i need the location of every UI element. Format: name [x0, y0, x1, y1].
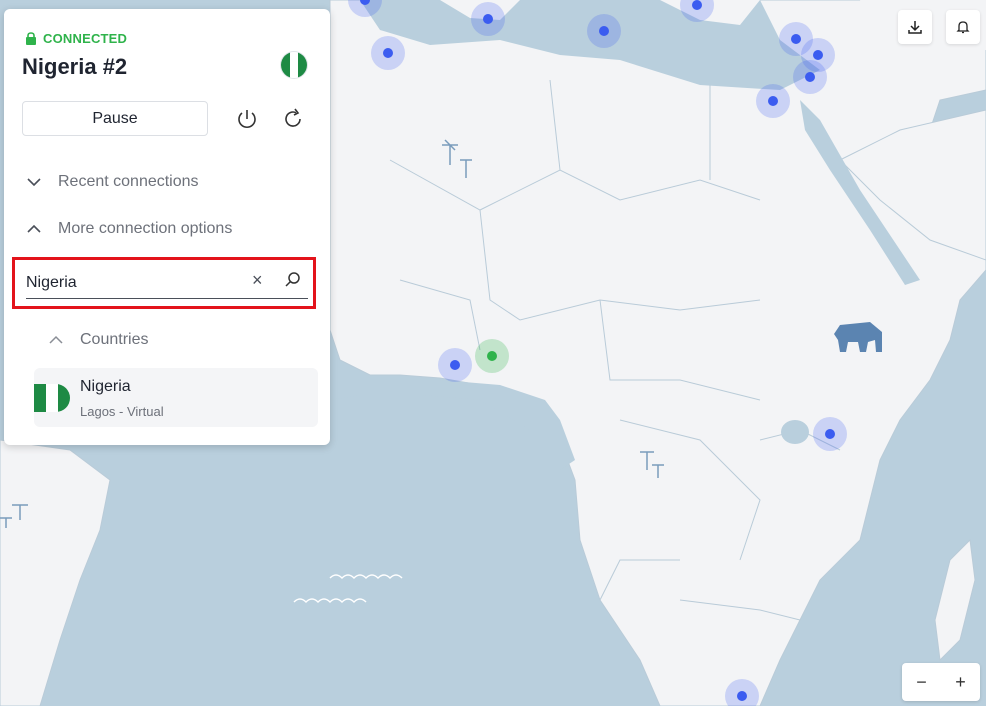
pause-button[interactable]: Pause — [22, 101, 208, 136]
recent-connections-label: Recent connections — [58, 173, 199, 190]
server-marker[interactable] — [599, 26, 609, 36]
server-name: Nigeria #2 — [22, 54, 128, 79]
power-icon — [238, 110, 256, 128]
server-marker[interactable] — [768, 96, 778, 106]
more-options-label: More connection options — [58, 220, 233, 237]
countries-label: Countries — [80, 331, 149, 348]
disconnect-button[interactable] — [232, 104, 262, 134]
bell-icon — [956, 21, 970, 34]
chevron-up-icon — [49, 335, 63, 344]
download-button[interactable] — [898, 10, 932, 44]
country-location: Lagos - Virtual — [80, 404, 164, 419]
connected-server-marker[interactable] — [487, 351, 497, 361]
zoom-in-button[interactable]: + — [941, 663, 980, 701]
search-highlight — [12, 257, 316, 309]
server-marker[interactable] — [483, 14, 493, 24]
download-icon — [908, 21, 922, 34]
server-marker[interactable] — [813, 50, 823, 60]
refresh-icon — [285, 108, 301, 127]
country-name: Nigeria — [80, 378, 131, 395]
chevron-up-icon — [27, 224, 41, 233]
server-marker[interactable] — [692, 0, 702, 10]
server-marker[interactable] — [737, 691, 747, 701]
zoom-out-button[interactable]: − — [902, 663, 941, 701]
chevron-down-icon — [27, 178, 41, 187]
connection-panel: CONNECTED Nigeria #2 Pause Recent connec… — [4, 9, 330, 445]
server-marker[interactable] — [383, 48, 393, 58]
country-result-nigeria[interactable]: Nigeria Lagos - Virtual — [34, 368, 318, 427]
countries-toggle[interactable]: Countries — [48, 331, 148, 349]
clear-search-icon[interactable]: × — [252, 271, 263, 289]
nigeria-flag-icon — [34, 384, 70, 412]
connection-status: CONNECTED — [25, 31, 127, 46]
zoom-controls: − + — [902, 663, 980, 701]
reconnect-button[interactable] — [278, 104, 308, 134]
search-icon[interactable] — [284, 271, 302, 289]
server-marker[interactable] — [805, 72, 815, 82]
recent-connections-toggle[interactable]: Recent connections — [26, 173, 199, 191]
lock-icon — [26, 32, 36, 45]
nigeria-flag-icon — [281, 52, 307, 78]
server-marker[interactable] — [825, 429, 835, 439]
server-marker[interactable] — [791, 34, 801, 44]
status-text: CONNECTED — [43, 31, 128, 46]
search-input[interactable] — [26, 268, 308, 299]
notifications-button[interactable] — [946, 10, 980, 44]
server-marker[interactable] — [450, 360, 460, 370]
more-options-toggle[interactable]: More connection options — [26, 220, 232, 238]
